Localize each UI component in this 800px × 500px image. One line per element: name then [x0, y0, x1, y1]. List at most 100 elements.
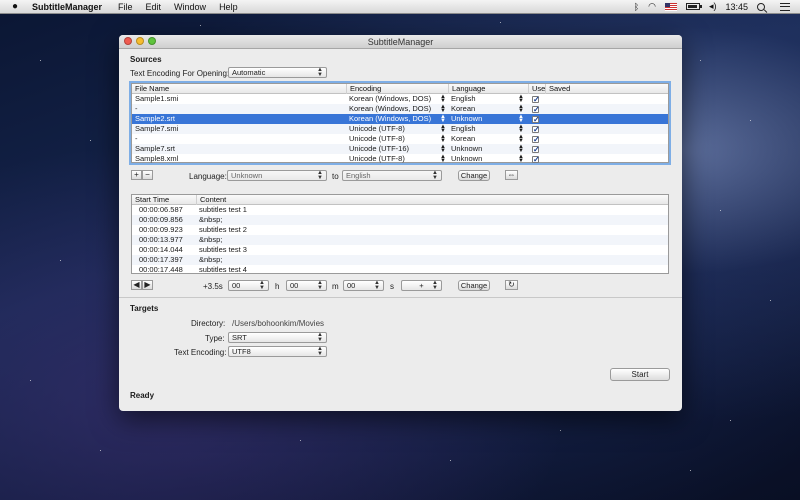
subtitle-row[interactable]: 00:00:09.923 subtitles test 2 [132, 225, 668, 235]
battery-icon[interactable] [685, 3, 702, 10]
offset-sign-popup[interactable]: + ▲ ▼ [401, 280, 442, 291]
hours-popup[interactable]: 00 ▲ ▼ [228, 280, 269, 291]
subtitle-row[interactable]: 00:00:06.587 subtitles test 1 [132, 205, 668, 215]
column-encoding[interactable]: Encoding [346, 84, 448, 94]
source-row[interactable]: - Korean (Windows, DOS) ▲ ▼ Korean ▲ ▼ ✓ [132, 104, 668, 114]
target-type-popup[interactable]: SRT ▲ ▼ [228, 332, 327, 343]
source-row[interactable]: Sample7.smi Unicode (UTF-8) ▲ ▼ English ▲ ▼ ✓ [132, 124, 668, 134]
minutes-popup[interactable]: 00 ▲ ▼ [286, 280, 327, 291]
menu-edit[interactable]: Edit [146, 2, 162, 12]
source-language[interactable]: Korean [448, 104, 475, 114]
source-encoding[interactable]: Korean (Windows, DOS) [346, 94, 431, 104]
source-encoding[interactable]: Unicode (UTF-8) [346, 124, 405, 134]
source-encoding[interactable]: Unicode (UTF-8) [346, 154, 405, 164]
source-language[interactable]: English [448, 94, 476, 104]
seconds-popup[interactable]: 00 ▲ ▼ [343, 280, 384, 291]
encoding-stepper-icon[interactable]: ▲ ▼ [440, 124, 446, 135]
wifi-icon[interactable]: ◠ [648, 1, 656, 12]
source-row[interactable]: - Unicode (UTF-8) ▲ ▼ Korean ▲ ▼ ✓ [132, 134, 668, 145]
input-source-flag-icon[interactable] [664, 2, 677, 11]
language-stepper-icon[interactable]: ▲ ▼ [518, 124, 524, 135]
language-change-button[interactable]: Change [458, 170, 490, 181]
source-row[interactable]: Sample8.xml Unicode (UTF-8) ▲ ▼ Unknown ▲ ▼ ✓ [132, 154, 668, 165]
language-to-popup[interactable]: English ▲ ▼ [342, 170, 442, 181]
language-stepper-icon[interactable]: ▲ ▼ [518, 94, 524, 105]
column-language[interactable]: Language [448, 84, 528, 94]
source-language[interactable]: Unknown [448, 144, 482, 154]
subtitle-row[interactable]: 00:00:17.448 subtitles test 4 [132, 265, 668, 275]
apple-menu-icon[interactable]: ● [10, 1, 20, 12]
column-content[interactable]: Content [196, 195, 670, 205]
source-row[interactable]: Sample1.smi Korean (Windows, DOS) ▲ ▼ Englis… [132, 94, 668, 105]
remove-source-button[interactable]: − [142, 170, 153, 180]
next-subtitle-button[interactable]: ▶ [142, 280, 153, 290]
use-checkbox[interactable]: ✓ [532, 125, 540, 133]
use-checkbox[interactable]: ✓ [532, 95, 540, 103]
encoding-stepper-icon[interactable]: ▲ ▼ [440, 94, 446, 105]
bluetooth-icon[interactable]: ᛒ [634, 2, 639, 12]
menu-help[interactable]: Help [219, 2, 238, 12]
use-checkbox[interactable]: ✓ [532, 105, 540, 113]
encoding-stepper-icon[interactable]: ▲ ▼ [440, 104, 446, 115]
source-language[interactable]: Unknown [448, 114, 482, 124]
column-file-name[interactable]: File Name [132, 84, 346, 94]
source-encoding[interactable]: Korean (Windows, DOS) [346, 104, 431, 114]
subtitles-table-body: 00:00:06.587 subtitles test 1 00:00:09.856… [132, 205, 668, 275]
source-language[interactable]: Korean [448, 134, 475, 144]
menu-window[interactable]: Window [174, 2, 206, 12]
start-button[interactable]: Start [610, 368, 670, 381]
previous-subtitle-button[interactable]: ◀ [131, 280, 142, 290]
volume-icon[interactable]: ◂) [709, 1, 717, 12]
use-checkbox[interactable]: ✓ [532, 135, 540, 143]
swap-language-button[interactable]: ⇔ [505, 170, 518, 180]
window-close-button[interactable] [124, 37, 132, 45]
language-from-popup[interactable]: Unknown ▲ ▼ [227, 170, 327, 181]
encoding-stepper-icon[interactable]: ▲ ▼ [440, 134, 446, 145]
opening-encoding-popup[interactable]: Automatic ▲ ▼ [228, 67, 327, 78]
subtitle-row[interactable]: 00:00:13.977 &nbsp; [132, 235, 668, 245]
subtitle-row[interactable]: 00:00:14.044 subtitles test 3 [132, 245, 668, 255]
source-encoding[interactable]: Korean (Windows, DOS) [346, 114, 431, 124]
add-source-button[interactable]: + [131, 170, 142, 180]
column-use[interactable]: Use [528, 84, 545, 94]
encoding-stepper-icon[interactable]: ▲ ▼ [440, 154, 446, 165]
encoding-stepper-icon[interactable]: ▲ ▼ [440, 114, 446, 125]
source-language[interactable]: Unknown [448, 154, 482, 164]
subtitle-row[interactable]: 00:00:09.856 &nbsp; [132, 215, 668, 225]
subtitles-table[interactable]: Start Time Content 00:00:06.587 subtitles… [131, 194, 669, 274]
window-zoom-button[interactable] [148, 37, 156, 45]
subtitle-row[interactable]: 00:00:17.397 &nbsp; [132, 255, 668, 265]
language-stepper-icon[interactable]: ▲ ▼ [518, 144, 524, 155]
menu-clock[interactable]: 13:45 [725, 2, 748, 12]
source-encoding[interactable]: Unicode (UTF-16) [346, 144, 409, 154]
encoding-stepper-icon[interactable]: ▲ ▼ [440, 144, 446, 155]
sources-table[interactable]: File Name Encoding Language Use Saved Sa… [131, 83, 670, 165]
time-change-button[interactable]: Change [458, 280, 490, 291]
popup-arrows-icon: ▲ ▼ [317, 280, 323, 291]
use-checkbox[interactable]: ✓ [532, 155, 540, 163]
directory-path[interactable]: /Users/bohoonkim/Movies [232, 319, 324, 328]
language-stepper-icon[interactable]: ▲ ▼ [518, 134, 524, 145]
popup-arrows-icon: ▲ ▼ [317, 170, 323, 181]
notification-center-icon[interactable] [780, 2, 790, 11]
main-window: SubtitleManager Sources Text Encoding Fo… [119, 35, 682, 411]
subtitle-start-time: 00:00:17.397 [139, 255, 183, 264]
menu-app-name[interactable]: SubtitleManager [32, 2, 102, 12]
language-stepper-icon[interactable]: ▲ ▼ [518, 154, 524, 165]
menu-file[interactable]: File [118, 2, 133, 12]
source-row[interactable]: Sample7.srt Unicode (UTF-16) ▲ ▼ Unknown ▲ ▼ ✓ [132, 144, 668, 154]
column-saved[interactable]: Saved [545, 84, 670, 94]
use-checkbox[interactable]: ✓ [532, 115, 540, 123]
column-start-time[interactable]: Start Time [132, 195, 196, 205]
language-stepper-icon[interactable]: ▲ ▼ [518, 114, 524, 125]
refresh-button[interactable]: ↻ [505, 280, 518, 290]
target-encoding-popup[interactable]: UTF8 ▲ ▼ [228, 346, 327, 357]
source-encoding[interactable]: Unicode (UTF-8) [346, 134, 405, 144]
spotlight-search-icon[interactable] [757, 2, 765, 11]
popup-arrows-icon: ▲ ▼ [317, 346, 323, 357]
source-language[interactable]: English [448, 124, 476, 134]
use-checkbox[interactable]: ✓ [532, 145, 540, 153]
window-minimize-button[interactable] [136, 37, 144, 45]
source-row[interactable]: Sample2.srt Korean (Windows, DOS) ▲ ▼ Unknow… [132, 114, 668, 124]
language-stepper-icon[interactable]: ▲ ▼ [518, 104, 524, 115]
